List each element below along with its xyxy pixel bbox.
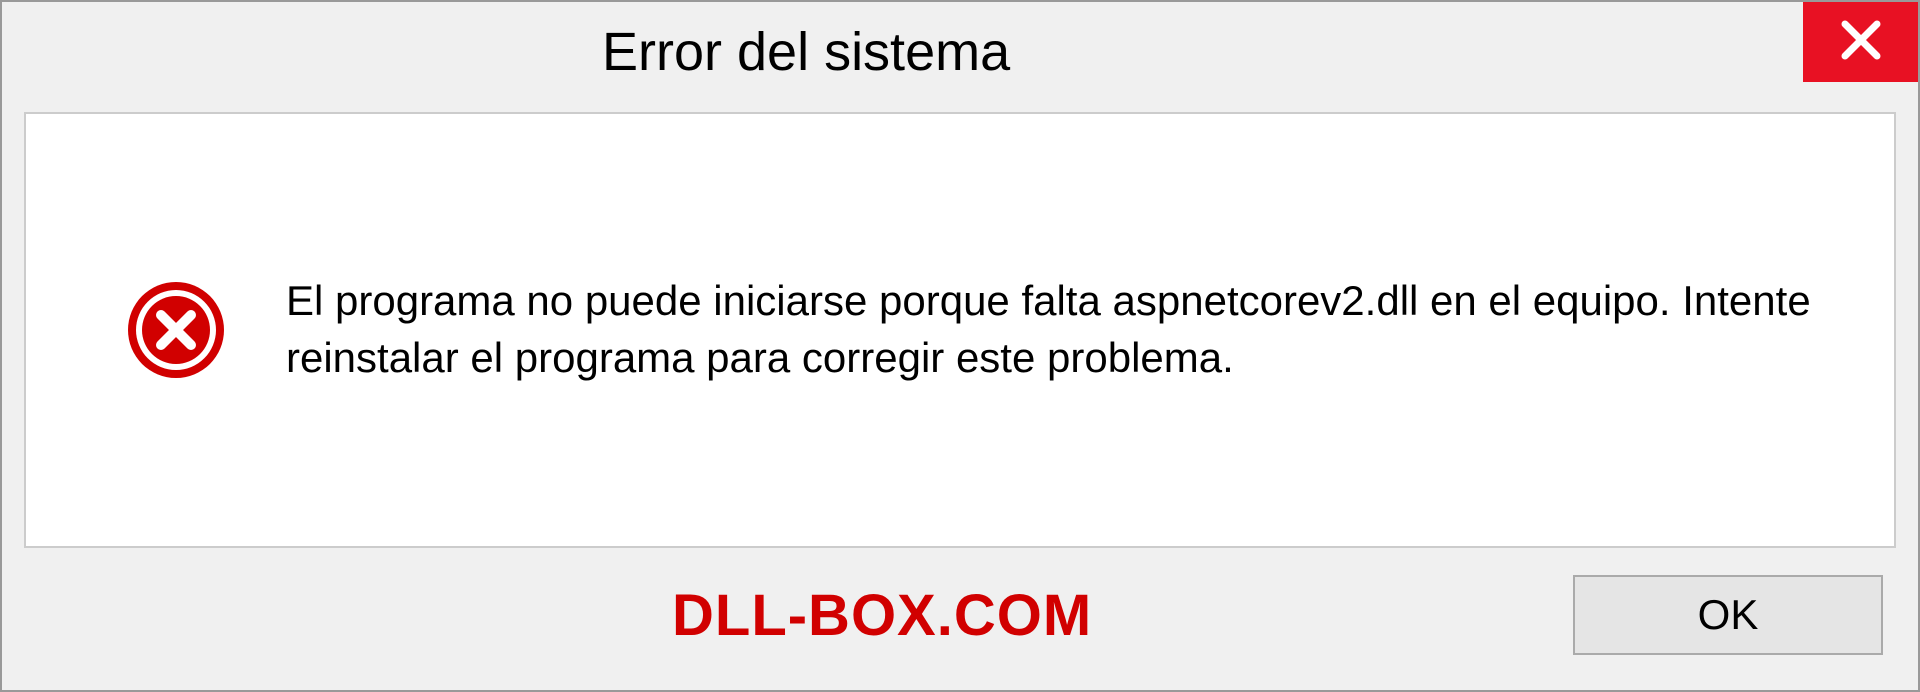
close-button[interactable] — [1803, 2, 1918, 82]
footer-area: DLL-BOX.COM OK — [2, 570, 1918, 690]
error-icon — [126, 280, 226, 380]
error-dialog: Error del sistema El programa no puede i… — [0, 0, 1920, 692]
dialog-title: Error del sistema — [602, 21, 1010, 83]
error-message: El programa no puede iniciarse porque fa… — [286, 273, 1834, 386]
title-bar: Error del sistema — [2, 2, 1918, 102]
content-area: El programa no puede iniciarse porque fa… — [24, 112, 1896, 548]
ok-button[interactable]: OK — [1573, 575, 1883, 655]
close-icon — [1837, 16, 1885, 69]
watermark-text: DLL-BOX.COM — [672, 582, 1092, 649]
